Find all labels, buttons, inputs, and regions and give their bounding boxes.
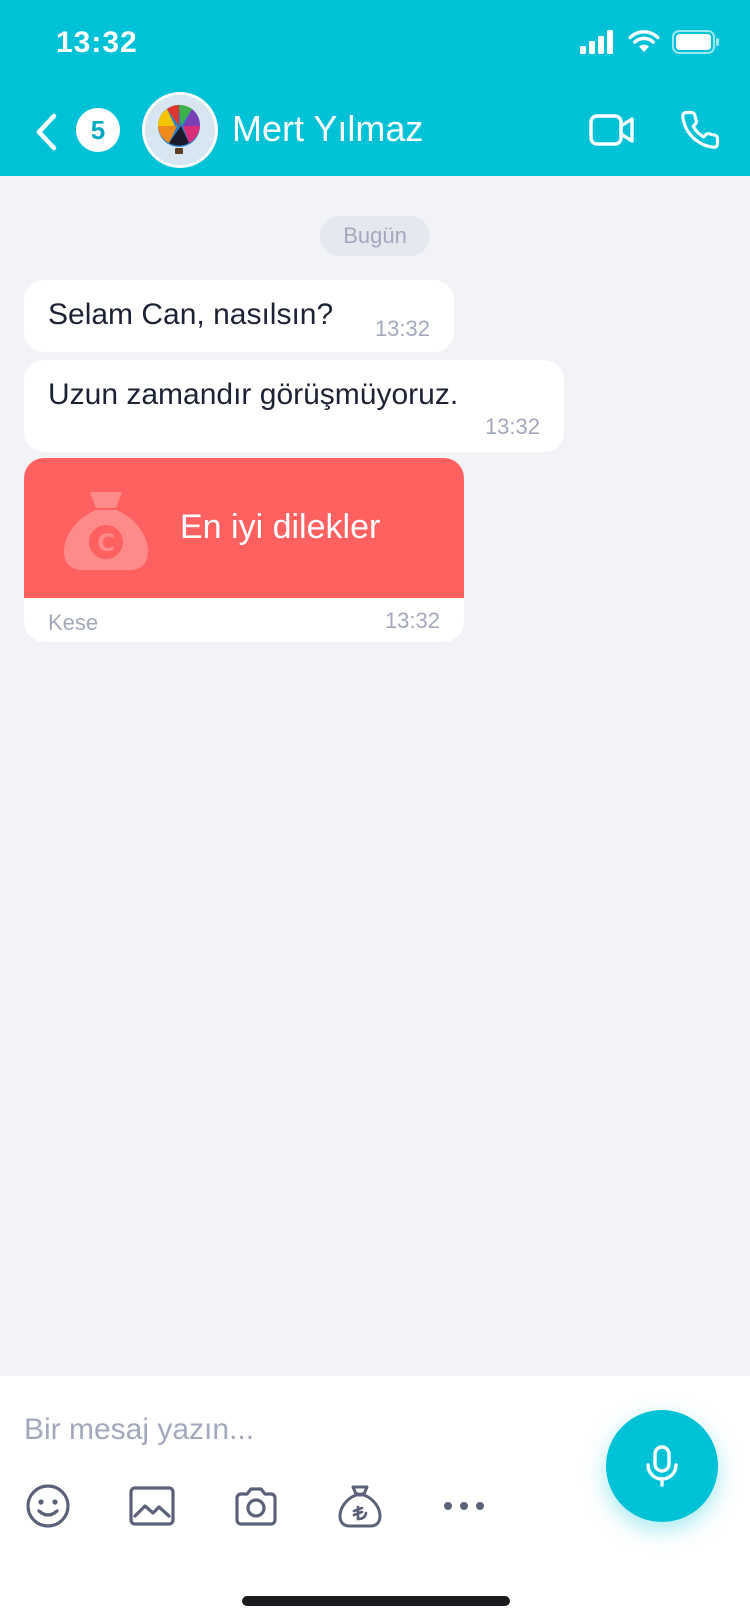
- wifi-icon: [628, 30, 660, 52]
- send-lira-bag-button[interactable]: [334, 1480, 386, 1532]
- money-bag-icon: C: [64, 492, 148, 570]
- camera-button[interactable]: [230, 1480, 282, 1532]
- gift-message-card[interactable]: C En iyi dilekler Kese 13:32: [24, 458, 464, 642]
- svg-text:C: C: [97, 529, 115, 557]
- message-time: 13:32: [374, 316, 430, 341]
- date-separator: Bugün: [320, 216, 430, 256]
- emoji-icon: [26, 1484, 70, 1528]
- message-composer: [0, 1376, 750, 1624]
- voice-record-button[interactable]: [606, 1410, 718, 1522]
- message-text: Uzun zamandır görüşmüyoruz.: [48, 378, 459, 411]
- message-bubble[interactable]: Uzun zamandır görüşmüyoruz. 13:32: [24, 360, 564, 452]
- emoji-button[interactable]: [22, 1480, 74, 1532]
- status-time: 13:32: [56, 26, 138, 59]
- status-icons: [580, 30, 720, 54]
- contact-name[interactable]: Mert Yılmaz: [232, 108, 423, 150]
- message-input[interactable]: [24, 1402, 584, 1458]
- hot-air-balloon-avatar: [145, 95, 215, 165]
- home-indicator: [242, 1596, 510, 1606]
- voice-call-button[interactable]: [672, 106, 728, 154]
- gallery-icon: [129, 1486, 175, 1526]
- back-button[interactable]: [26, 104, 66, 160]
- chat-header: 13:32 5 Mert Yılmaz: [0, 0, 750, 176]
- message-bubble[interactable]: Selam Can, nasılsın? 13:32: [24, 280, 454, 352]
- unread-count-badge: 5: [76, 108, 120, 152]
- camera-icon: [235, 1487, 277, 1526]
- signal-icon: [580, 30, 613, 54]
- video-call-button[interactable]: [584, 106, 640, 154]
- message-time: 13:32: [484, 414, 540, 439]
- chat-screen: 13:32 5 Mert Yılmaz Bugün Selam Can, nas…: [0, 0, 750, 1624]
- phone-icon: [681, 110, 720, 149]
- battery-icon: [672, 30, 719, 54]
- message-text: Selam Can, nasılsın?: [48, 298, 334, 331]
- more-options-button[interactable]: [438, 1480, 490, 1532]
- message-time: 13:32: [384, 608, 440, 633]
- microphone-icon: [646, 1445, 678, 1487]
- gift-card-banner: C En iyi dilekler: [24, 458, 464, 598]
- video-camera-icon: [589, 114, 634, 146]
- contact-avatar[interactable]: [142, 92, 218, 168]
- more-icon: [444, 1502, 484, 1510]
- chevron-left-icon: [36, 113, 57, 151]
- gallery-button[interactable]: [126, 1480, 178, 1532]
- gift-type-label: Kese: [48, 610, 99, 635]
- gift-title: En iyi dilekler: [180, 508, 381, 546]
- lira-bag-icon: [338, 1485, 382, 1528]
- message-list: Bugün Selam Can, nasılsın? 13:32 Uzun za…: [0, 176, 750, 1376]
